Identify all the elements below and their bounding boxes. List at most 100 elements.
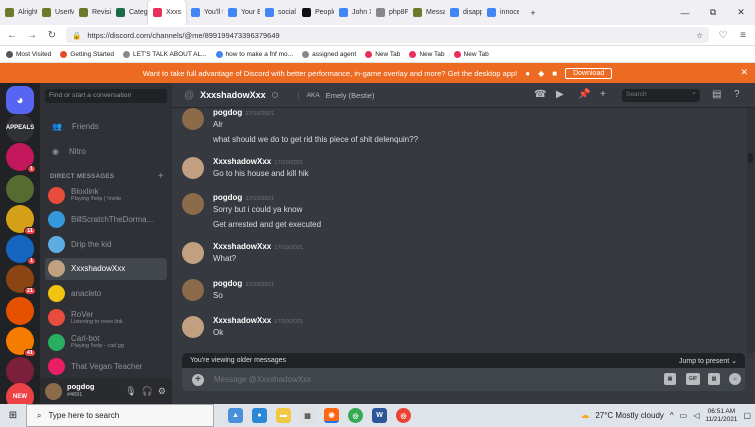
clock[interactable]: 06:51 AM 11/21/2021: [705, 408, 737, 424]
mute-mic-icon[interactable]: 🎙: [125, 386, 136, 397]
chrome-icon-2[interactable]: ◎: [396, 408, 411, 423]
browser-tab[interactable]: You'll t: [186, 0, 223, 25]
pinned-messages-icon[interactable]: 📌: [578, 89, 590, 100]
dm-item[interactable]: Drip the kid: [45, 233, 167, 255]
bookmark-item[interactable]: Most Visited: [6, 50, 51, 58]
start-button[interactable]: ⊞: [0, 410, 26, 421]
word-icon[interactable]: W: [372, 408, 387, 423]
server-icon[interactable]: 11: [6, 205, 36, 235]
message-avatar[interactable]: [182, 316, 204, 338]
zoom-app-icon[interactable]: ●: [252, 408, 267, 423]
chrome-icon[interactable]: ◎: [348, 408, 363, 423]
browser-tab[interactable]: Messag: [408, 0, 445, 25]
firefox-icon[interactable]: ◉: [324, 408, 339, 423]
window-close-button[interactable]: ✕: [727, 7, 755, 18]
message-username[interactable]: XxxshadowXxx: [213, 316, 271, 325]
help-icon[interactable]: ?: [734, 89, 740, 100]
server-icon[interactable]: 1: [6, 235, 36, 265]
browser-tab[interactable]: John X: [334, 0, 371, 25]
create-dm-icon[interactable]: +: [158, 171, 164, 182]
add-friend-to-dm-icon[interactable]: +: [600, 89, 606, 100]
voice-call-icon[interactable]: ☎: [534, 89, 546, 100]
reload-icon[interactable]: ↻: [46, 30, 58, 41]
notifications-icon[interactable]: ▢: [743, 411, 751, 420]
dm-item[interactable]: Carl-bot Playing !help - carl.gg: [45, 331, 167, 353]
server-icon[interactable]: APPEALS: [6, 114, 34, 142]
message-avatar[interactable]: [182, 242, 204, 264]
tray-chevron-icon[interactable]: ^: [670, 411, 674, 420]
server-icon[interactable]: 21: [6, 265, 36, 295]
server-icon[interactable]: 41: [6, 327, 36, 357]
browser-tab[interactable]: social e: [260, 0, 297, 25]
message-username[interactable]: pogdog: [213, 279, 242, 288]
video-call-icon[interactable]: ▶: [556, 89, 564, 100]
message-avatar[interactable]: [182, 193, 204, 215]
taskbar-search[interactable]: ⌕ Type here to search: [26, 404, 214, 427]
bookmark-star-icon[interactable]: ☆: [696, 31, 703, 40]
server-icon[interactable]: [6, 357, 34, 385]
dm-item[interactable]: BillScratchTheDorma...: [45, 209, 167, 231]
bookmark-item[interactable]: New Tab: [409, 50, 445, 58]
message-username[interactable]: XxxshadowXxx: [213, 242, 271, 251]
discord-home-icon[interactable]: ◕: [6, 86, 34, 114]
browser-tab[interactable]: People: [297, 0, 334, 25]
server-icon[interactable]: 1: [6, 143, 36, 173]
dm-item[interactable]: That Vegan Teacher: [45, 356, 167, 378]
browser-tab[interactable]: php8F: [371, 0, 408, 25]
bookmark-item[interactable]: New Tab: [453, 50, 489, 58]
forward-icon[interactable]: →: [26, 30, 38, 41]
bookmark-item[interactable]: assigned agent: [302, 50, 356, 58]
gif-button[interactable]: GIF: [686, 373, 700, 385]
download-button[interactable]: Download: [565, 67, 613, 79]
message-avatar[interactable]: [182, 279, 204, 301]
bookmark-item[interactable]: Getting Started: [60, 50, 114, 58]
gift-icon[interactable]: ▣: [664, 373, 676, 385]
bookmark-item[interactable]: LET'S TALK ABOUT AL...: [123, 50, 207, 58]
user-avatar[interactable]: [45, 382, 62, 400]
emoji-icon[interactable]: ☺: [729, 373, 741, 385]
scrollbar-thumb[interactable]: [748, 153, 753, 163]
new-tab-button[interactable]: +: [519, 8, 547, 18]
browser-tab[interactable]: UserM: [37, 0, 74, 25]
inbox-icon[interactable]: ▤: [712, 89, 721, 100]
banner-close-icon[interactable]: ✕: [740, 67, 748, 78]
network-icon[interactable]: ▭: [680, 411, 688, 420]
sticker-icon[interactable]: ▨: [708, 373, 720, 385]
dm-item[interactable]: Bloxlink Playing !help | !invite: [45, 184, 167, 206]
dm-item[interactable]: RoVer Listening to rover.link: [45, 307, 167, 329]
window-minimize-button[interactable]: —: [671, 8, 699, 18]
browser-tab[interactable]: Xxxs✕: [148, 0, 186, 25]
friends-nav-item[interactable]: 👥 Friends: [40, 115, 172, 137]
server-icon[interactable]: [6, 175, 34, 203]
message-username[interactable]: pogdog: [213, 193, 242, 202]
message-search-input[interactable]: Search ⌕: [622, 89, 700, 102]
browser-tab[interactable]: disapp: [445, 0, 482, 25]
browser-tab[interactable]: innoce: [482, 0, 519, 25]
back-icon[interactable]: ←: [6, 30, 18, 41]
volume-icon[interactable]: ◁: [693, 411, 699, 420]
browser-tab[interactable]: Your Ey: [223, 0, 260, 25]
server-icon[interactable]: [6, 297, 34, 325]
browser-tab[interactable]: Revisio: [74, 0, 111, 25]
message-avatar[interactable]: [182, 108, 204, 130]
dm-item[interactable]: XxxshadowXxx: [45, 257, 167, 280]
browser-tab[interactable]: Catego: [111, 0, 148, 25]
window-maximize-button[interactable]: ⧉: [699, 7, 727, 18]
message-avatar[interactable]: [182, 157, 204, 179]
message-username[interactable]: XxxshadowXxx: [213, 157, 271, 166]
jump-to-present-button[interactable]: Jump to present ⌄: [679, 357, 737, 365]
menu-icon[interactable]: ≡: [737, 30, 749, 41]
photos-app-icon[interactable]: ▲: [228, 408, 243, 423]
deafen-icon[interactable]: 🎧: [142, 386, 153, 397]
upload-plus-icon[interactable]: +: [192, 373, 204, 386]
bookmark-item[interactable]: how to make a fnf mo...: [215, 50, 293, 58]
store-app-icon[interactable]: ▦: [300, 408, 315, 423]
dm-search-input[interactable]: Find or start a conversation: [45, 89, 167, 103]
bookmark-item[interactable]: New Tab: [365, 50, 400, 58]
weather-text[interactable]: 27°C Mostly cloudy: [595, 411, 664, 420]
nitro-nav-item[interactable]: ◉ Nitro: [40, 140, 172, 162]
pocket-icon[interactable]: ♡: [717, 30, 729, 41]
address-bar[interactable]: 🔒 https://discord.com/channels/@me/89919…: [66, 27, 709, 43]
message-username[interactable]: pogdog: [213, 108, 242, 117]
settings-gear-icon[interactable]: ⚙: [158, 386, 166, 397]
